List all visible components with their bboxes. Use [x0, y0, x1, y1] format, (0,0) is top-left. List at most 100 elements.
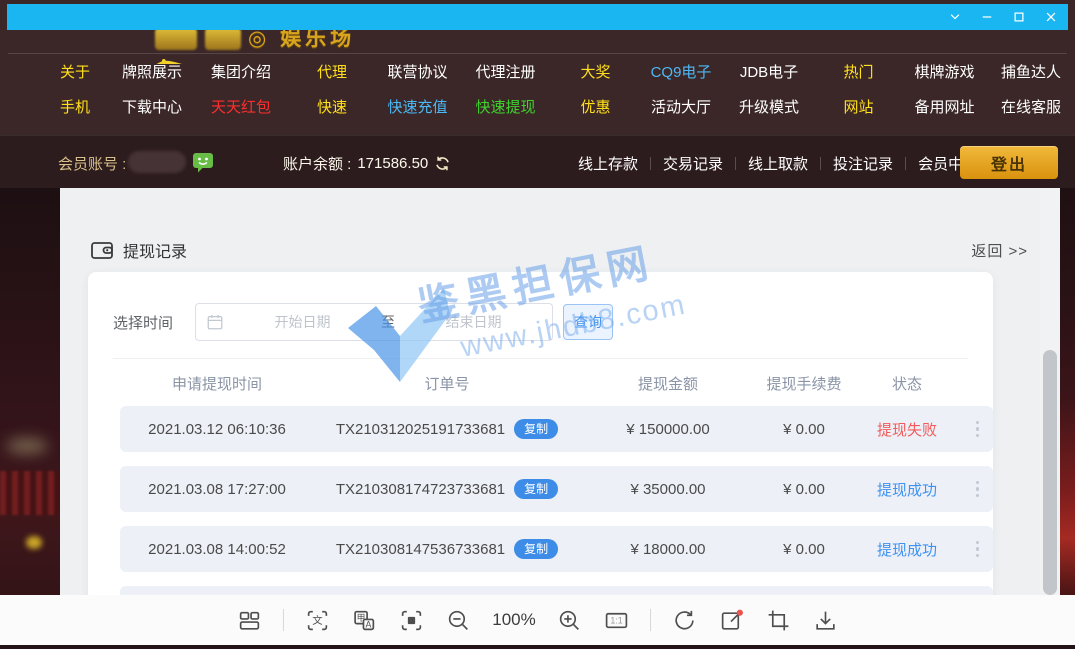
cell-time: 2021.03.08 14:00:52	[120, 541, 314, 558]
table-header-row: 申请提现时间 订单号 提现金额 提现手续费 状态	[120, 366, 993, 400]
cell-fee: ¥ 0.00	[756, 481, 852, 498]
cell-amount: ¥ 150000.00	[580, 421, 756, 438]
search-button[interactable]: 查询	[563, 304, 613, 340]
nav-item-cq9[interactable]: CQ9电子	[639, 61, 723, 85]
zoom-out-icon[interactable]	[445, 607, 472, 634]
nav-item-fast-withdraw[interactable]: 快速提现	[459, 96, 552, 120]
status-badge: 提现成功	[852, 479, 962, 500]
nav-item-download[interactable]: 下载中心	[110, 96, 194, 120]
col-header-order-no: 订单号	[314, 373, 580, 394]
balance-value: 171586.50	[357, 155, 428, 172]
link-bet-records[interactable]: 投注记录	[821, 153, 905, 174]
member-account-value-redacted	[128, 151, 186, 173]
fit-screen-icon[interactable]	[398, 607, 425, 634]
page-title: 提现记录	[123, 238, 187, 262]
brand-logo-glyph	[205, 30, 241, 50]
window-titlebar	[7, 4, 1068, 30]
status-badge: 提现成功	[852, 539, 962, 560]
table-row: 2021.03.08 17:27:00 TX210308174723733681…	[120, 466, 993, 512]
nav-item-hot[interactable]: 热门	[815, 61, 902, 85]
cell-order-no: TX210308147536733681	[336, 541, 505, 558]
cell-fee: ¥ 0.00	[756, 541, 852, 558]
nav-item-agent-signup[interactable]: 代理注册	[459, 61, 552, 85]
link-online-deposit[interactable]: 线上存款	[566, 153, 650, 174]
start-date-placeholder[interactable]: 开始日期	[224, 312, 381, 332]
table-row: 2021.03.08 14:00:52 TX210308147536733681…	[120, 526, 993, 572]
actual-size-icon[interactable]: 1:1	[603, 607, 630, 634]
download-icon[interactable]	[812, 607, 839, 634]
status-badge: 提现失败	[852, 419, 962, 440]
nav-item-fishing[interactable]: 捕鱼达人	[987, 61, 1075, 85]
card-divider	[113, 358, 968, 359]
filter-time-label: 选择时间	[113, 312, 173, 333]
cell-time: 2021.03.12 06:10:36	[120, 421, 314, 438]
edit-icon[interactable]	[718, 607, 745, 634]
nav-item-promo[interactable]: 优惠	[552, 96, 639, 120]
nav-item-about[interactable]: 关于	[40, 61, 110, 85]
site-header: ◎ 娱乐场 关于 牌照展示 集团介绍 代理 联营协议 代理注册 大奖 CQ9电子…	[0, 30, 1075, 135]
copy-button[interactable]: 复制	[514, 539, 558, 559]
refresh-balance-icon[interactable]	[434, 155, 451, 172]
wallet-icon	[90, 240, 114, 260]
maximize-icon[interactable]	[1011, 10, 1026, 25]
copy-button[interactable]: 复制	[514, 419, 558, 439]
row-menu-icon[interactable]	[962, 481, 993, 498]
copy-button[interactable]: 复制	[514, 479, 558, 499]
nav-item-alliance[interactable]: 联营协议	[376, 61, 459, 85]
nav-row-2: 手机 下载中心 天天红包 快速 快速充值 快速提现 优惠 活动大厅 升级模式 网…	[40, 96, 1075, 120]
nav-item-fast-deposit[interactable]: 快速充值	[376, 96, 459, 120]
nav-item-board-games[interactable]: 棋牌游戏	[902, 61, 987, 85]
zoom-in-icon[interactable]	[556, 607, 583, 634]
row-menu-icon[interactable]	[962, 421, 993, 438]
link-online-withdraw[interactable]: 线上取款	[736, 153, 820, 174]
scrollbar-thumb[interactable]	[1043, 350, 1057, 595]
nav-item-jackpot[interactable]: 大奖	[552, 61, 639, 85]
back-link[interactable]: 返回 >>	[971, 240, 1028, 261]
nav-item-red-packet[interactable]: 天天红包	[194, 96, 288, 120]
zoom-level[interactable]: 100%	[492, 610, 536, 630]
cell-fee: ¥ 0.00	[756, 421, 852, 438]
scrollbar	[1040, 188, 1060, 649]
nav-item-group-intro[interactable]: 集团介绍	[194, 61, 288, 85]
nav-item-website[interactable]: 网站	[815, 96, 902, 120]
link-transactions[interactable]: 交易记录	[651, 153, 735, 174]
nav-item-backup-url[interactable]: 备用网址	[902, 96, 987, 120]
main-area: 提现记录 返回 >> 选择时间 开始日期	[0, 188, 1075, 649]
crop-icon[interactable]	[765, 607, 792, 634]
col-header-amount: 提现金额	[580, 373, 756, 394]
nav-item-fast[interactable]: 快速	[288, 96, 376, 120]
member-account-label: 会员账号 :	[58, 153, 126, 174]
nav-item-agent[interactable]: 代理	[288, 61, 376, 85]
svg-text:文: 文	[312, 614, 323, 627]
row-menu-icon[interactable]	[962, 541, 993, 558]
nav-item-upgrade-mode[interactable]: 升级模式	[723, 96, 815, 120]
viewer-toolbar: 文 甲 A 100% 1	[0, 595, 1075, 645]
cell-amount: ¥ 18000.00	[580, 541, 756, 558]
ocr-text-icon[interactable]: 文	[304, 607, 331, 634]
nav-item-jdb[interactable]: JDB电子	[723, 61, 815, 85]
background-photo-left	[0, 188, 60, 649]
nav-row-1: 关于 牌照展示 集团介绍 代理 联营协议 代理注册 大奖 CQ9电子 JDB电子…	[40, 61, 1075, 85]
chat-icon[interactable]	[191, 150, 215, 179]
date-range-input[interactable]: 开始日期 至 结束日期	[195, 303, 553, 341]
svg-text:A: A	[366, 619, 372, 629]
logout-button[interactable]: 登出	[960, 146, 1058, 179]
col-header-fee: 提现手续费	[756, 373, 852, 394]
account-links: 线上存款 交易记录 线上取款 投注记录 会员中心	[566, 147, 990, 179]
app-window: ◎ 娱乐场 关于 牌照展示 集团介绍 代理 联营协议 代理注册 大奖 CQ9电子…	[0, 0, 1075, 649]
nav-item-mobile[interactable]: 手机	[40, 96, 110, 120]
end-date-placeholder[interactable]: 结束日期	[395, 312, 552, 332]
date-range-separator: 至	[381, 312, 395, 332]
nav-item-online-service[interactable]: 在线客服	[987, 96, 1075, 120]
rotate-icon[interactable]	[671, 607, 698, 634]
nav-item-activity-hall[interactable]: 活动大厅	[639, 96, 723, 120]
minimize-icon[interactable]	[979, 10, 994, 25]
close-icon[interactable]	[1043, 10, 1058, 25]
collapse-icon[interactable]	[947, 10, 962, 25]
brand-logo-text: ◎ 娱乐场	[248, 30, 355, 52]
layout-panels-icon[interactable]	[236, 607, 263, 634]
translate-icon[interactable]: 甲 A	[351, 607, 378, 634]
nav-item-license[interactable]: 牌照展示	[110, 61, 194, 85]
col-header-status: 状态	[852, 373, 962, 394]
account-bar: 会员账号 : 账户余额 : 171586.50 线上存款 交易记录 线上	[0, 135, 1075, 188]
